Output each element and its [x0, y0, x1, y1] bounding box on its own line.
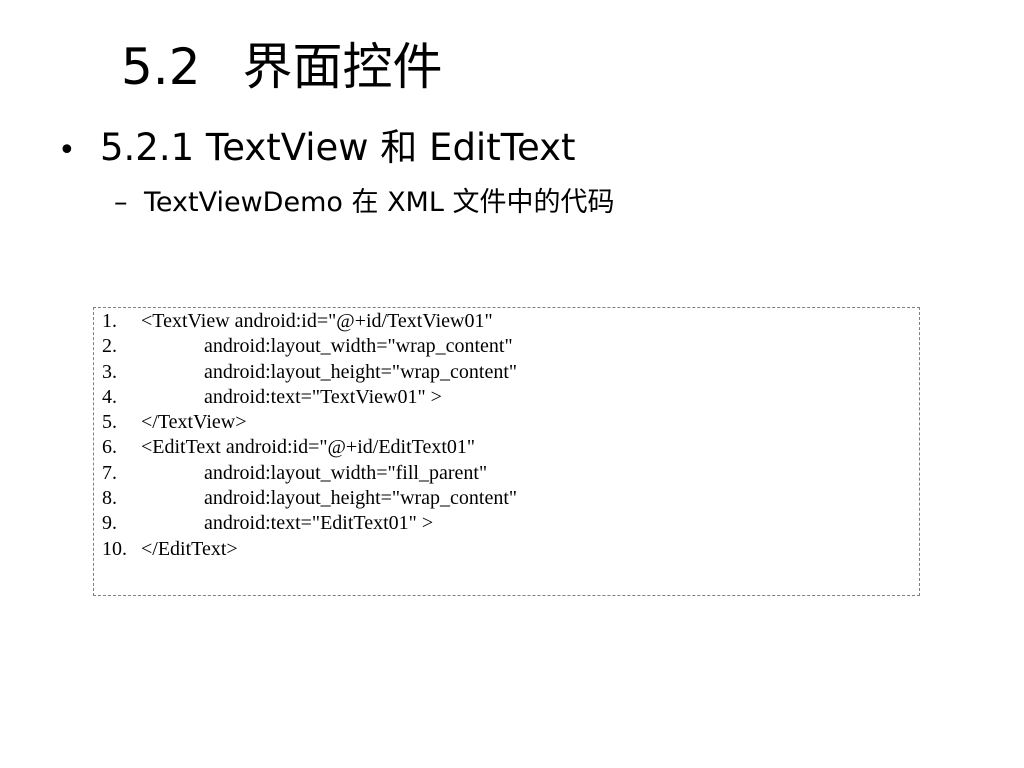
sub-bullet-item: – TextViewDemo 在 XML 文件中的代码	[114, 183, 614, 223]
line-number: 2.	[102, 335, 117, 358]
code-line: 8. android:layout_height="wrap_content"	[102, 486, 919, 511]
bullet-text: 5.2.1 TextView 和 EditText	[100, 126, 576, 169]
code-text: android:text="EditText01" >	[204, 512, 434, 535]
code-listing: 1. <TextView android:id="@+id/TextView01"…	[93, 307, 920, 596]
code-line: 1. <TextView android:id="@+id/TextView01"	[102, 309, 919, 334]
code-line: 9. android:text="EditText01" >	[102, 511, 919, 536]
line-number: 7.	[102, 461, 117, 484]
slide: { "title": { "number": "5.2", "text": "界…	[0, 0, 1024, 768]
code-text: </TextView>	[141, 411, 247, 434]
code-line: 4. android:text="TextView01" >	[102, 385, 919, 410]
code-text: <TextView android:id="@+id/TextView01"	[141, 310, 493, 332]
code-text: <EditText android:id="@+id/EditText01"	[141, 436, 476, 459]
code-text: android:text="TextView01" >	[204, 385, 442, 408]
bullet-dot-icon: •	[58, 133, 76, 168]
code-line: 7. android:layout_width="fill_parent"	[102, 461, 919, 486]
code-line: 2. android:layout_width="wrap_content"	[102, 334, 919, 359]
code-line: 5. </TextView>	[102, 410, 919, 435]
dash-icon: –	[114, 187, 128, 218]
code-text: </EditText>	[141, 537, 238, 560]
sub-bullet-text: TextViewDemo 在 XML 文件中的代码	[144, 187, 615, 218]
code-line: 10. </EditText>	[102, 537, 919, 562]
code-text: android:layout_width="wrap_content"	[204, 335, 513, 358]
line-number: 1.	[102, 310, 117, 332]
line-number: 6.	[102, 436, 117, 459]
line-number: 8.	[102, 487, 117, 510]
line-number: 9.	[102, 512, 117, 535]
title-text: 界面控件	[242, 38, 443, 96]
bullet-item: • 5.2.1 TextView 和 EditText	[58, 122, 576, 174]
line-number: 4.	[102, 385, 117, 408]
slide-title: 5.2 界面控件	[121, 34, 443, 100]
code-text: android:layout_height="wrap_content"	[204, 487, 518, 510]
line-number: 5.	[102, 411, 117, 434]
line-number: 3.	[102, 360, 117, 383]
code-line: 3. android:layout_height="wrap_content"	[102, 360, 919, 385]
code-line: 6. <EditText android:id="@+id/EditText01"	[102, 435, 919, 460]
title-number: 5.2	[121, 38, 201, 96]
code-text: android:layout_height="wrap_content"	[204, 360, 518, 383]
code-text: android:layout_width="fill_parent"	[204, 461, 488, 484]
line-number: 10.	[102, 537, 127, 560]
